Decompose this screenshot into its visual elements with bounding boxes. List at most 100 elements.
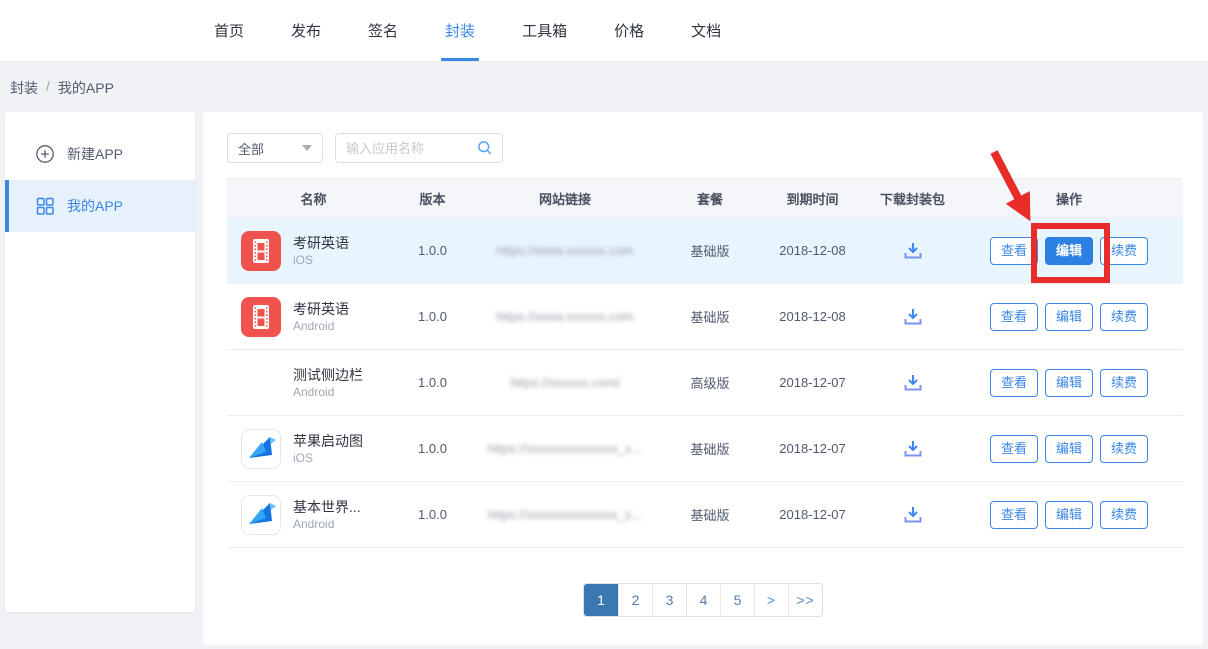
s-circle-icon: S [241, 363, 281, 403]
main-content: 全部 名称版本网站链接套餐到期时间下载封装包操作 S 考研英语 iOS [203, 112, 1203, 645]
app-name: 考研英语 [293, 234, 349, 252]
app-icon: S [241, 363, 281, 403]
nav-tab[interactable]: 签名 [352, 0, 414, 61]
page: 首页发布签名封装工具箱价格文档 封装 / 我的APP 新建APP 我的APP 全… [0, 0, 1208, 649]
page-button-5[interactable]: 5 [720, 584, 754, 616]
app-name: 考研英语 [293, 300, 349, 318]
renew-button[interactable]: 续费 [1100, 237, 1148, 265]
app-name-cell: S 考研英语 Android [227, 297, 400, 337]
view-button[interactable]: 查看 [990, 303, 1038, 331]
nav-tab-label: 首页 [214, 20, 244, 41]
last-page-button[interactable]: >> [788, 584, 822, 616]
renew-button[interactable]: 续费 [1100, 303, 1148, 331]
search-box [335, 133, 503, 163]
actions-cell: 查看编辑续费 [955, 303, 1183, 331]
expire-date-cell: 2018-12-08 [755, 309, 870, 324]
actions-cell: 查看编辑续费 [955, 435, 1183, 463]
column-header: 到期时间 [755, 189, 870, 208]
page-button-2[interactable]: 2 [618, 584, 652, 616]
film-icon [241, 297, 281, 337]
nav-tab-label: 文档 [691, 20, 721, 41]
renew-button[interactable]: 续费 [1100, 435, 1148, 463]
sidebar-item-new-app[interactable]: 新建APP [5, 128, 195, 180]
url-cell: https://www.xxxxxx.com [465, 309, 665, 324]
view-button[interactable]: 查看 [990, 501, 1038, 529]
column-header: 名称 [227, 189, 400, 208]
expire-date-cell: 2018-12-07 [755, 375, 870, 390]
edit-button[interactable]: 编辑 [1045, 237, 1093, 265]
edit-button[interactable]: 编辑 [1045, 501, 1093, 529]
nav-tab-label: 封装 [445, 20, 475, 41]
nav-tab[interactable]: 首页 [198, 0, 260, 61]
app-name-block: 测试侧边栏 Android [293, 366, 363, 400]
plan-cell: 基础版 [665, 439, 755, 458]
url-cell: https://xxxxxxxxxxxxxx_x... [465, 441, 665, 456]
app-name: 基本世界... [293, 498, 361, 516]
search-input[interactable] [346, 141, 476, 156]
origami-bird-icon [241, 495, 281, 535]
pagination: 12345>>> [583, 583, 823, 617]
app-name-cell: S 考研英语 iOS [227, 231, 400, 271]
app-name: 测试侧边栏 [293, 366, 363, 384]
nav-tab[interactable]: 文档 [675, 0, 737, 61]
breadcrumb-parent[interactable]: 封装 [10, 78, 38, 98]
view-button[interactable]: 查看 [990, 435, 1038, 463]
edit-button[interactable]: 编辑 [1045, 435, 1093, 463]
column-header: 下载封装包 [870, 189, 955, 208]
nav-tab[interactable]: 价格 [598, 0, 660, 61]
app-table: 名称版本网站链接套餐到期时间下载封装包操作 S 考研英语 iOS 1.0.0 h… [227, 178, 1183, 548]
app-name: 苹果启动图 [293, 432, 363, 450]
edit-button[interactable]: 编辑 [1045, 369, 1093, 397]
page-button-3[interactable]: 3 [652, 584, 686, 616]
column-header: 版本 [400, 189, 465, 208]
view-button[interactable]: 查看 [990, 369, 1038, 397]
table-row: S 测试侧边栏 Android 1.0.0 https://xxxxxx.com… [227, 350, 1183, 416]
renew-button[interactable]: 续费 [1100, 369, 1148, 397]
sidebar-item-label: 新建APP [67, 144, 123, 164]
table-body: S 考研英语 iOS 1.0.0 https://www.xxxxxx.com … [227, 218, 1183, 548]
download-package-button[interactable] [870, 305, 955, 329]
origami-bird-icon [241, 429, 281, 469]
version-cell: 1.0.0 [400, 507, 465, 522]
app-name-cell: S 基本世界... Android [227, 495, 400, 535]
nav-tab-label: 签名 [368, 20, 398, 41]
app-icon: S [241, 297, 281, 337]
column-header: 网站链接 [465, 189, 665, 208]
actions-cell: 查看编辑续费 [955, 369, 1183, 397]
app-platform: Android [293, 384, 363, 400]
column-header: 操作 [955, 189, 1183, 208]
download-icon [901, 305, 925, 329]
search-icon[interactable] [476, 139, 494, 157]
url-cell: https://www.xxxxxx.com [465, 243, 665, 258]
download-package-button[interactable] [870, 239, 955, 263]
chevron-down-icon [302, 145, 312, 151]
download-package-button[interactable] [870, 503, 955, 527]
edit-button[interactable]: 编辑 [1045, 303, 1093, 331]
download-package-button[interactable] [870, 371, 955, 395]
app-platform: iOS [293, 450, 363, 466]
table-row: S 苹果启动图 iOS 1.0.0 https://xxxxxxxxxxxxxx… [227, 416, 1183, 482]
app-name-cell: S 苹果启动图 iOS [227, 429, 400, 469]
svg-text:S: S [256, 376, 267, 393]
version-cell: 1.0.0 [400, 441, 465, 456]
filter-select[interactable]: 全部 [227, 133, 323, 163]
app-icon: S [241, 429, 281, 469]
view-button[interactable]: 查看 [990, 237, 1038, 265]
next-page-button[interactable]: > [754, 584, 788, 616]
nav-tab[interactable]: 工具箱 [506, 0, 583, 61]
toolbar: 全部 [227, 133, 503, 163]
nav-tab[interactable]: 封装 [429, 0, 491, 61]
page-button-1[interactable]: 1 [584, 584, 618, 616]
sidebar-item-label: 我的APP [67, 196, 123, 216]
download-icon [901, 371, 925, 395]
breadcrumb-current: 我的APP [58, 78, 114, 98]
page-button-4[interactable]: 4 [686, 584, 720, 616]
url-cell: https://xxxxxx.com/ [465, 375, 665, 390]
sidebar-item-my-app[interactable]: 我的APP [5, 180, 195, 232]
app-icon: S [241, 231, 281, 271]
download-package-button[interactable] [870, 437, 955, 461]
renew-button[interactable]: 续费 [1100, 501, 1148, 529]
sidebar: 新建APP 我的APP [5, 112, 195, 612]
column-header: 套餐 [665, 189, 755, 208]
nav-tab[interactable]: 发布 [275, 0, 337, 61]
